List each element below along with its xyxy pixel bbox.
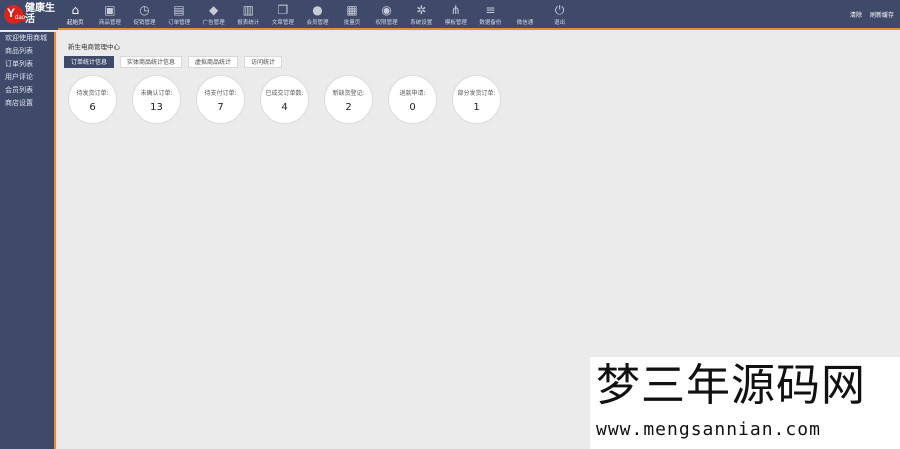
watermark-title: 梦三年源码网	[596, 360, 866, 411]
paint-bucket-icon: ◆	[209, 3, 219, 17]
sidebar-item-shop-settings[interactable]: 商店设置	[0, 97, 54, 110]
nav-item-orders[interactable]: ▤ 订单管理	[162, 0, 197, 30]
top-right-links: 清除 刷新缓存	[848, 9, 896, 20]
nav-item-members[interactable]: ● 会员管理	[300, 0, 335, 30]
stat-card-refund-requests[interactable]: 退款申请: 0	[388, 75, 437, 124]
stat-card-completed[interactable]: 已成交订单数: 4	[260, 75, 309, 124]
nav-item-settings[interactable]: ✲ 系统设置	[404, 0, 439, 30]
share-icon: ⋔	[450, 3, 461, 17]
watermark: 梦三年源码网 www.mengsannian.com	[590, 357, 900, 449]
stat-card-out-of-stock[interactable]: 新缺货登记: 2	[324, 75, 373, 124]
image-icon: ▣	[104, 3, 116, 17]
wechat-icon	[518, 3, 532, 17]
order-stats: 待发货订单: 6 未确认订单: 13 待支付订单: 7 已成交订单数: 4 新缺货登记:…	[68, 75, 501, 124]
home-icon: ⌂	[71, 3, 80, 17]
users-icon: ◉	[381, 3, 392, 17]
clock-icon: ◷	[139, 3, 150, 17]
main-nav: ⌂ 起始页 ▣ 商品管理 ◷ 促销管理 ▤ 订单管理 ◆ 广告管理 ▥ 报表统计 ❐ 文章管理…	[58, 0, 577, 30]
sidebar-item-comments[interactable]: 用户评论	[0, 71, 54, 84]
sidebar-item-products[interactable]: 商品列表	[0, 45, 54, 58]
nav-item-products[interactable]: ▣ 商品管理	[93, 0, 128, 30]
tab-virtual-goods-stats[interactable]: 虚拟商品统计	[188, 56, 239, 68]
logo-mark: Y dao	[4, 5, 27, 24]
nav-item-templates[interactable]: ⋔ 模板管理	[439, 0, 474, 30]
nav-item-articles[interactable]: ❐ 文章管理	[266, 0, 301, 30]
nav-item-home[interactable]: ⌂ 起始页	[58, 0, 93, 30]
sidebar: 欢迎使用商城 商品列表 订单列表 用户评论 会员列表 商店设置	[0, 32, 56, 449]
sidebar-item-orders[interactable]: 订单列表	[0, 58, 54, 71]
nav-item-promotions[interactable]: ◷ 促销管理	[127, 0, 162, 30]
page-title: 新生电商管理中心	[68, 43, 120, 51]
tab-visit-stats[interactable]: 访问统计	[244, 56, 283, 68]
nav-item-backup[interactable]: ≡ 数据备份	[473, 0, 508, 30]
nav-item-ads[interactable]: ◆ 广告管理	[196, 0, 231, 30]
user-icon: ●	[312, 3, 323, 17]
database-icon: ≡	[485, 3, 496, 17]
clear-link[interactable]: 清除	[848, 9, 864, 20]
power-icon: ⏻	[554, 3, 565, 17]
top-navigation-bar: Y dao 健康生活 ⌂ 起始页 ▣ 商品管理 ◷ 促销管理 ▤ 订单管理 ◆ 广告管理 …	[0, 0, 900, 30]
watermark-url: www.mengsannian.com	[596, 419, 821, 440]
nav-item-wechat[interactable]: 微信通	[508, 0, 543, 30]
building-icon: ▦	[346, 3, 358, 17]
stats-tabs: 订单统计信息 实体商品统计信息 虚拟商品统计 访问统计	[64, 56, 283, 68]
nav-item-reports[interactable]: ▥ 报表统计	[231, 0, 266, 30]
refresh-cache-link[interactable]: 刷新缓存	[868, 9, 896, 20]
tab-physical-goods-stats[interactable]: 实体商品统计信息	[120, 56, 183, 68]
nav-item-logout[interactable]: ⏻ 退出	[542, 0, 577, 30]
gear-icon: ✲	[416, 3, 427, 17]
bar-chart-icon: ▥	[242, 3, 254, 17]
sidebar-item-members[interactable]: 会员列表	[0, 84, 54, 97]
stat-card-pending-payment[interactable]: 待支付订单: 7	[196, 75, 245, 124]
nav-item-permissions[interactable]: ◉ 权限管理	[369, 0, 404, 30]
copy-icon: ❐	[277, 3, 289, 17]
stat-card-pending-shipment[interactable]: 待发货订单: 6	[68, 75, 117, 124]
tab-order-stats[interactable]: 订单统计信息	[64, 56, 115, 68]
stat-card-partial-shipment[interactable]: 部分发货订单: 1	[452, 75, 501, 124]
logo[interactable]: Y dao 健康生活	[0, 0, 58, 30]
sidebar-item-welcome[interactable]: 欢迎使用商城	[0, 32, 54, 45]
logo-text: 健康生活	[25, 3, 55, 25]
stat-card-unconfirmed[interactable]: 未确认订单: 13	[132, 75, 181, 124]
nav-item-batch[interactable]: ▦ 批量页	[335, 0, 370, 30]
document-icon: ▤	[173, 3, 185, 17]
